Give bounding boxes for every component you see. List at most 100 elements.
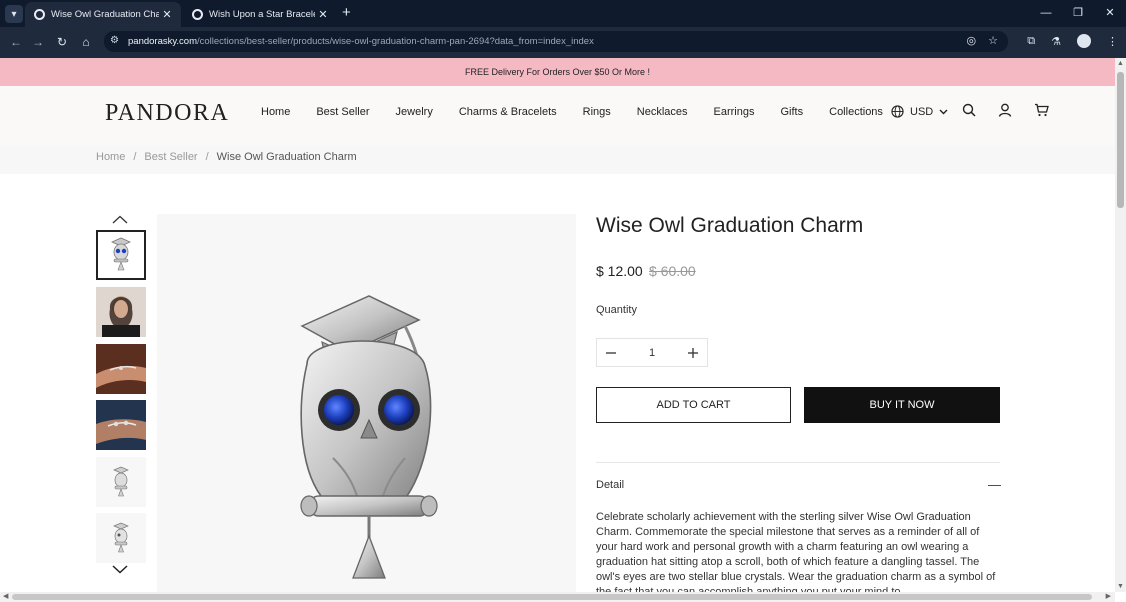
globe-icon [891, 105, 904, 118]
restore-icon[interactable]: ❐ [1062, 0, 1094, 27]
thumbs-up-chevron-icon[interactable] [112, 212, 128, 227]
window-close-icon[interactable]: ✕ [1094, 0, 1126, 27]
url-text[interactable]: pandorasky.com/collections/best-seller/p… [128, 36, 594, 47]
labs-flask-icon[interactable]: ⚗ [1051, 35, 1061, 48]
quantity-input[interactable]: 1 [632, 347, 672, 359]
breadcrumb-best-seller[interactable]: Best Seller [144, 151, 197, 163]
thumbnail-wrist-photo[interactable] [96, 344, 146, 394]
model-photo-image [96, 287, 146, 337]
forward-arrow-icon[interactable]: → [31, 35, 45, 49]
minimize-icon[interactable]: — [1030, 0, 1062, 27]
breadcrumb-separator: / [205, 151, 209, 163]
thumbnail-charm-front[interactable] [96, 230, 146, 280]
account-icon[interactable] [998, 103, 1012, 117]
currency-label: USD [910, 105, 934, 118]
breadcrumb: Home / Best Seller / Wise Owl Graduation… [96, 151, 357, 163]
charm-thumbnail-image [111, 237, 131, 271]
section-divider [596, 462, 1000, 463]
close-icon[interactable]: ✕ [315, 8, 331, 21]
omnibox-actions: ◎ ☆ [967, 34, 998, 47]
tab-search-icon[interactable]: ▾ [5, 5, 23, 23]
tab-wise-owl[interactable]: Wise Owl Graduation Charm - P ✕ [25, 2, 181, 27]
tab-title: Wish Upon a Star Bracelet Set [209, 9, 315, 20]
scroll-up-icon[interactable]: ▲ [1117, 60, 1124, 67]
address-bar[interactable]: ⚙ pandorasky.com/collections/best-seller… [104, 31, 1008, 52]
site-info-icon[interactable]: ⚙ [110, 35, 119, 46]
tab-title: Wise Owl Graduation Charm - P [51, 9, 159, 20]
eye-slash-icon[interactable]: ◎ [967, 34, 977, 47]
charm-side-image [113, 466, 129, 497]
nav-earrings[interactable]: Earrings [714, 106, 755, 118]
original-price: $ 60.00 [649, 263, 696, 279]
chevron-down-icon [939, 109, 948, 114]
window-controls: — ❐ ✕ [1030, 0, 1126, 27]
pandora-favicon-icon [192, 9, 203, 20]
sale-price: $ 12.00 [596, 263, 643, 279]
bracelet-denim-image [96, 400, 146, 450]
nav-home[interactable]: Home [261, 106, 290, 118]
new-tab-plus-icon[interactable]: + [342, 4, 351, 21]
nav-charms-bracelets[interactable]: Charms & Bracelets [459, 106, 557, 118]
breadcrumb-bar: Home / Best Seller / Wise Owl Graduation… [0, 146, 1115, 174]
plus-icon[interactable] [687, 347, 699, 359]
main-product-image[interactable] [157, 214, 576, 592]
back-arrow-icon[interactable]: ← [9, 35, 23, 49]
close-icon[interactable]: ✕ [159, 8, 175, 21]
quantity-label: Quantity [596, 304, 637, 316]
cart-icon[interactable] [1034, 103, 1049, 117]
extensions-icon[interactable]: ⧉ [1027, 35, 1035, 48]
wrist-photo-image [96, 344, 146, 394]
breadcrumb-home[interactable]: Home [96, 151, 125, 163]
scroll-left-icon[interactable]: ◀ [3, 592, 8, 600]
nav-collections[interactable]: Collections [829, 106, 883, 118]
breadcrumb-separator: / [133, 151, 137, 163]
scroll-down-icon[interactable]: ▼ [1117, 583, 1124, 590]
browser-toolbar-right: ⧉ ⚗ ⋮ [1027, 34, 1118, 48]
url-path: /collections/best-seller/products/wise-o… [197, 36, 594, 47]
quantity-stepper: 1 [596, 338, 708, 367]
nav-jewelry[interactable]: Jewelry [396, 106, 433, 118]
add-to-cart-button[interactable]: ADD TO CART [596, 387, 791, 423]
announcement-bar: FREE Delivery For Orders Over $50 Or Mor… [0, 58, 1115, 86]
thumbnail-bracelet-denim[interactable] [96, 400, 146, 450]
scroll-right-icon[interactable]: ▶ [1106, 592, 1111, 600]
currency-selector[interactable]: USD [891, 105, 948, 118]
reload-icon[interactable]: ↻ [55, 35, 69, 49]
header-actions [962, 103, 1049, 117]
nav-gifts[interactable]: Gifts [781, 106, 804, 118]
profile-avatar-icon[interactable] [1077, 34, 1091, 48]
browser-chrome: ▾ Wise Owl Graduation Charm - P ✕ Wish U… [0, 0, 1126, 58]
product-title: Wise Owl Graduation Charm [596, 214, 864, 237]
thumbs-down-chevron-icon[interactable] [112, 562, 128, 577]
nav-necklaces[interactable]: Necklaces [637, 106, 688, 118]
site-header: PANDORA Home Best Seller Jewelry Charms … [0, 86, 1115, 146]
main-nav: Home Best Seller Jewelry Charms & Bracel… [261, 106, 909, 118]
pandora-favicon-icon [34, 9, 45, 20]
charm-back-image [113, 522, 129, 553]
pandora-logo[interactable]: PANDORA [105, 100, 229, 127]
tab-strip: ▾ Wise Owl Graduation Charm - P ✕ Wish U… [0, 0, 1126, 27]
owl-charm-image [300, 295, 438, 579]
nav-rings[interactable]: Rings [583, 106, 611, 118]
tab-wish-upon-star[interactable]: Wish Upon a Star Bracelet Set ✕ [183, 2, 337, 27]
home-icon[interactable]: ⌂ [79, 35, 93, 49]
thumbnail-charm-side[interactable] [96, 457, 146, 507]
minus-icon[interactable] [605, 347, 617, 359]
search-icon[interactable] [962, 103, 976, 117]
url-host: pandorasky.com [128, 36, 197, 47]
detail-heading[interactable]: Detail [596, 479, 624, 491]
breadcrumb-current: Wise Owl Graduation Charm [216, 151, 357, 163]
vertical-scrollbar[interactable]: ▲ ▼ [1115, 58, 1126, 592]
bookmark-star-icon[interactable]: ☆ [988, 34, 998, 47]
collapse-minus-icon[interactable]: — [988, 477, 1001, 492]
page-viewport: FREE Delivery For Orders Over $50 Or Mor… [0, 58, 1115, 592]
buy-it-now-button[interactable]: BUY IT NOW [804, 387, 1000, 423]
horizontal-scroll-thumb[interactable] [12, 594, 1092, 600]
product-description: Celebrate scholarly achievement with the… [596, 511, 996, 592]
horizontal-scrollbar[interactable]: ◀ ▶ [0, 592, 1115, 602]
more-menu-icon[interactable]: ⋮ [1107, 35, 1118, 48]
thumbnail-model-photo[interactable] [96, 287, 146, 337]
thumbnail-charm-back[interactable] [96, 513, 146, 563]
vertical-scroll-thumb[interactable] [1117, 72, 1124, 208]
nav-best-seller[interactable]: Best Seller [316, 106, 369, 118]
